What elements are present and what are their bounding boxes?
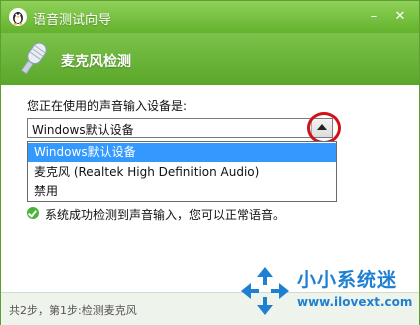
dropdown-option-realtek-mic[interactable]: 麦克风 (Realtek High Definition Audio) (28, 163, 336, 182)
status-message: 系统成功检测到声音输入，您可以正常语音。 (45, 208, 286, 222)
microphone-icon (20, 42, 47, 75)
input-device-select[interactable]: Windows默认设备 (27, 118, 333, 138)
section-title: 麦克风检测 (61, 54, 131, 70)
annotation-highlight-circle (307, 112, 341, 144)
step-indicator: 共2步，第1步:检测麦克风 (9, 304, 137, 317)
window-title: 语音测试向导 (33, 13, 112, 28)
watermark-title: 小小系统迷 (297, 269, 398, 291)
selected-device-value: Windows默认设备 (32, 123, 134, 137)
watermark-url: www.ilovext.com (297, 295, 413, 309)
check-circle-icon (27, 207, 39, 219)
dropdown-option-windows-default[interactable]: Windows默认设备 (28, 143, 336, 162)
input-device-prompt: 您正在使用的声音输入设备是: (27, 99, 188, 113)
watermark-logo-icon (241, 267, 289, 315)
site-watermark: 小小系统迷 www.ilovext.com (233, 255, 420, 325)
voice-test-wizard-window: 语音测试向导 – ✕ 麦克风检测 您正在使用的声音输入设备是: Windows默… (0, 0, 420, 325)
qq-penguin-icon (9, 8, 27, 26)
title-bar: 语音测试向导 – ✕ (1, 1, 419, 33)
dropdown-option-disable[interactable]: 禁用 (28, 182, 336, 201)
minimize-button[interactable]: – (365, 8, 383, 26)
close-button[interactable]: ✕ (391, 8, 409, 26)
device-dropdown-list: Windows默认设备 麦克风 (Realtek High Definition… (27, 141, 337, 202)
